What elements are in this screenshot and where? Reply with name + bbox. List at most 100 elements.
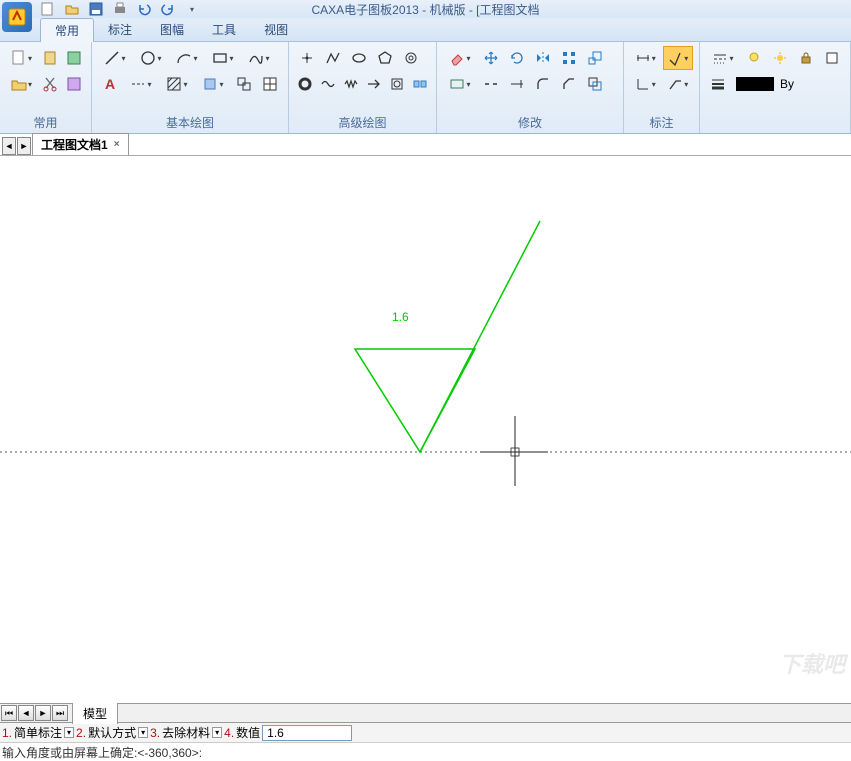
chevron-down-icon[interactable]: ▾ [212, 727, 222, 738]
doc-tab-next[interactable]: ► [17, 137, 31, 155]
coord-button[interactable]: ▾ [630, 72, 661, 96]
ribbon-group-label-common: 常用 [6, 112, 85, 131]
ribbon-group-label-adv: 高级绘图 [295, 112, 430, 131]
option-value: 4. 数值 [224, 724, 352, 741]
app-icon[interactable] [2, 2, 32, 32]
model-tab-bar: ⏮ ◄ ► ⏭ 模型 [0, 703, 851, 723]
cut-button[interactable] [39, 72, 61, 96]
layer-bulb-icon[interactable] [742, 46, 766, 70]
chevron-down-icon[interactable]: ▾ [138, 727, 148, 738]
offset-button[interactable] [583, 72, 607, 96]
bylayer-swatch[interactable] [736, 77, 774, 91]
option-simple-annotate[interactable]: 1. 简单标注 ▾ [2, 724, 74, 741]
qat-dropdown-icon[interactable]: ▾ [184, 1, 200, 17]
match-button[interactable] [63, 72, 85, 96]
lineweight-icon[interactable] [706, 72, 730, 96]
model-tab-prev[interactable]: ◄ [18, 705, 34, 721]
linetype-button[interactable]: ▾ [706, 46, 740, 70]
mirror-button[interactable] [531, 46, 555, 70]
arrow-button[interactable] [363, 72, 384, 96]
gear-button[interactable] [399, 46, 423, 70]
donut-button[interactable] [295, 72, 316, 96]
chevron-down-icon[interactable]: ▾ [64, 727, 74, 738]
table-button[interactable] [258, 72, 282, 96]
layer-lock-icon[interactable] [794, 46, 818, 70]
erase-button[interactable]: ▾ [443, 46, 477, 70]
menu-tab-view[interactable]: 视图 [250, 18, 302, 41]
rect-button[interactable]: ▾ [206, 46, 240, 70]
drawing-canvas[interactable]: 1.6 下载吧 [0, 156, 851, 703]
document-tab-label: 工程图文档1 [41, 136, 108, 153]
redo-icon[interactable] [160, 1, 176, 17]
centerline-button[interactable]: ▾ [124, 72, 158, 96]
document-tab[interactable]: 工程图文档1 × [32, 133, 129, 155]
region-button[interactable] [232, 72, 256, 96]
zigzag-button[interactable] [341, 72, 362, 96]
ribbon-group-modify: ▾ ▾ 修改 [437, 42, 624, 133]
trim-button[interactable]: ▾ [443, 72, 477, 96]
command-line[interactable]: 输入角度或由屏幕上确定:<-360,360>: [0, 743, 851, 761]
polyline-button[interactable] [321, 46, 345, 70]
open-icon[interactable] [64, 1, 80, 17]
ribbon-group-label-modify: 修改 [443, 112, 617, 131]
menu-tab-tools[interactable]: 工具 [198, 18, 250, 41]
chamfer-button[interactable] [557, 72, 581, 96]
new-file-button[interactable]: ▾ [6, 46, 37, 70]
menu-tab-annotate[interactable]: 标注 [94, 18, 146, 41]
model-tab[interactable]: 模型 [72, 702, 118, 724]
value-input[interactable] [262, 725, 352, 741]
option-default-mode[interactable]: 2. 默认方式 ▾ [76, 724, 148, 741]
option-bar: 1. 简单标注 ▾ 2. 默认方式 ▾ 3. 去除材料 ▾ 4. 数值 [0, 723, 851, 743]
line-button[interactable]: ▾ [98, 46, 132, 70]
dimension-button[interactable]: ▾ [630, 46, 661, 70]
menu-bar: 常用 标注 图幅 工具 视图 [0, 18, 851, 42]
block-button[interactable]: ▾ [196, 72, 230, 96]
undo-icon[interactable] [136, 1, 152, 17]
point-button[interactable] [295, 46, 319, 70]
document-tab-bar: ◄ ► 工程图文档1 × [0, 134, 851, 156]
print-icon[interactable] [112, 1, 128, 17]
model-tab-last[interactable]: ⏭ [52, 705, 68, 721]
menu-tab-common[interactable]: 常用 [40, 18, 94, 42]
move-button[interactable] [479, 46, 503, 70]
option-remove-material[interactable]: 3. 去除材料 ▾ [150, 724, 222, 741]
paste-button[interactable] [39, 46, 61, 70]
scale-button[interactable] [583, 46, 607, 70]
rotate-button[interactable] [505, 46, 529, 70]
fillet-button[interactable] [531, 72, 555, 96]
extend-button[interactable] [505, 72, 529, 96]
model-tab-next[interactable]: ► [35, 705, 51, 721]
ribbon-group-props: ▾ By [700, 42, 851, 133]
ribbon-group-label-basic: 基本绘图 [98, 112, 282, 131]
leader-button[interactable]: ▾ [663, 72, 694, 96]
command-prompt: 输入角度或由屏幕上确定:<-360,360>: [2, 744, 202, 761]
arc-button[interactable]: ▾ [170, 46, 204, 70]
array-button[interactable] [557, 46, 581, 70]
symbol-button[interactable] [409, 72, 430, 96]
polygon-button[interactable] [373, 46, 397, 70]
ellipse-button[interactable] [347, 46, 371, 70]
spline-button[interactable]: ▾ [242, 46, 276, 70]
break-button[interactable] [479, 72, 503, 96]
wave-button[interactable] [318, 72, 339, 96]
doc-tab-prev[interactable]: ◄ [2, 137, 16, 155]
properties-button[interactable] [63, 46, 85, 70]
model-tab-first[interactable]: ⏮ [1, 705, 17, 721]
text-button[interactable]: A [98, 72, 122, 96]
close-icon[interactable]: × [114, 139, 120, 150]
roughness-value: 1.6 [392, 310, 409, 324]
ribbon-group-common: ▾ ▾ 常用 [0, 42, 92, 133]
new-icon[interactable] [40, 1, 56, 17]
hole-button[interactable] [386, 72, 407, 96]
ribbon-group-label-props [706, 129, 844, 131]
open-file-button[interactable]: ▾ [6, 72, 37, 96]
layer-sun-icon[interactable] [768, 46, 792, 70]
ribbon: ▾ ▾ 常用 ▾ ▾ ▾ ▾ ▾ A ▾ ▾ [0, 42, 851, 134]
menu-tab-sheet[interactable]: 图幅 [146, 18, 198, 41]
circle-button[interactable]: ▾ [134, 46, 168, 70]
layer-color-icon[interactable] [820, 46, 844, 70]
ribbon-group-adv-draw: 高级绘图 [289, 42, 437, 133]
save-icon[interactable] [88, 1, 104, 17]
hatch-button[interactable]: ▾ [160, 72, 194, 96]
roughness-button[interactable]: ▾ [663, 46, 694, 70]
